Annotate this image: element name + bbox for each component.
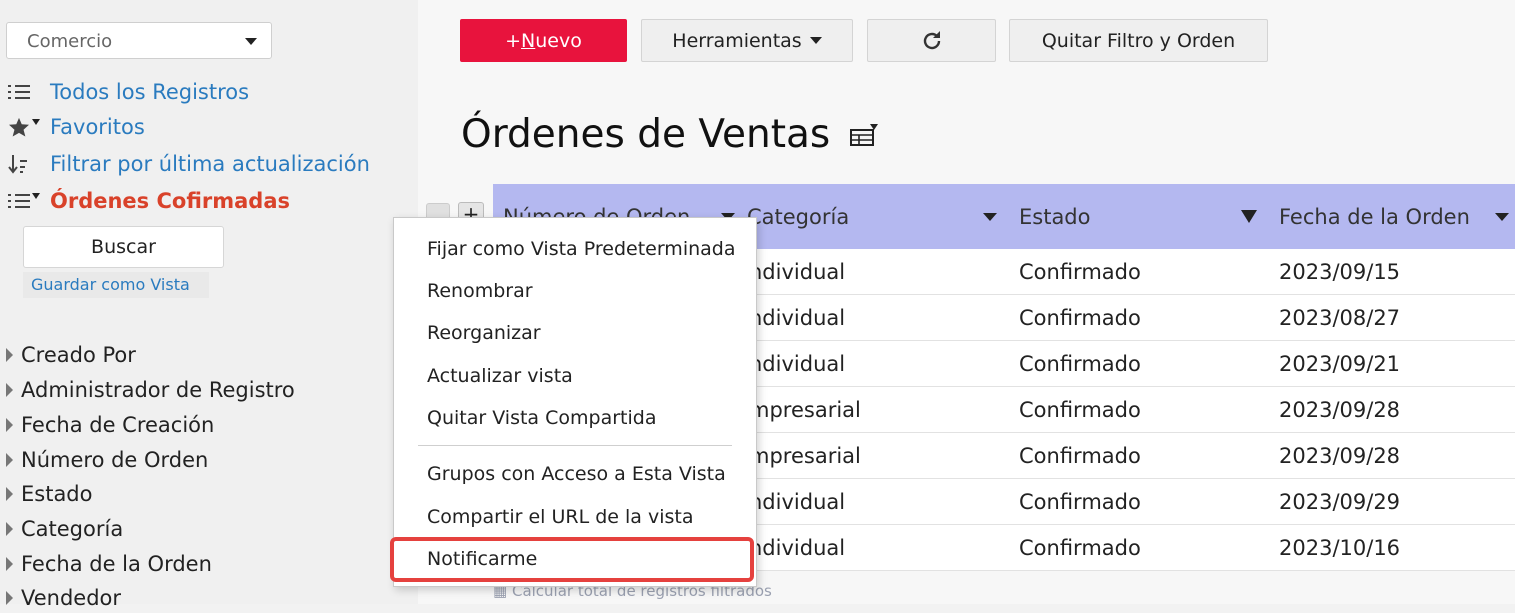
caret-right-icon	[6, 418, 13, 432]
save-as-view-link[interactable]: Guardar como Vista	[23, 272, 209, 298]
field-item-label: Fecha de Creación	[21, 413, 215, 437]
chevron-down-icon[interactable]	[1495, 213, 1509, 221]
clear-filter-sort-button[interactable]: Quitar Filtro y Orden	[1009, 19, 1268, 62]
field-item[interactable]: Fecha de la Orden	[6, 549, 212, 579]
table-view-icon[interactable]	[850, 123, 879, 146]
caret-right-icon	[6, 348, 13, 362]
caret-right-icon	[6, 487, 13, 501]
category-cell: mpresarial	[749, 397, 861, 422]
column-header-label: Categoría	[747, 204, 850, 229]
field-item[interactable]: Número de Orden	[6, 445, 208, 475]
menu-item-rename[interactable]: Renombrar	[427, 276, 533, 306]
filter-icon[interactable]	[1241, 210, 1257, 223]
new-button-prefix: +	[505, 29, 522, 52]
chevron-down-icon	[32, 193, 40, 199]
category-cell: ndividual	[749, 351, 846, 376]
page-title: Órdenes de Ventas	[461, 112, 831, 157]
status-cell: Confirmado	[1019, 443, 1141, 468]
status-cell: Confirmado	[1019, 351, 1141, 376]
refresh-icon	[923, 30, 940, 49]
field-item-label: Estado	[21, 482, 93, 506]
caret-right-icon	[6, 591, 13, 605]
column-header-order-date[interactable]: Fecha de la Orden	[1279, 184, 1515, 249]
column-header-label: Estado	[1019, 204, 1091, 229]
view-item-filter-last-update[interactable]: Filtrar por última actualización	[8, 149, 370, 179]
view-item-favorites[interactable]: Favoritos	[8, 112, 145, 142]
date-cell: 2023/09/28	[1279, 397, 1401, 422]
category-cell: mpresarial	[749, 443, 861, 468]
column-header-category[interactable]: Categoría	[747, 184, 1007, 249]
view-item-confirmed-orders[interactable]: Órdenes Cofirmadas	[8, 186, 290, 216]
view-item-label: Favoritos	[50, 115, 145, 139]
list-icon	[8, 83, 50, 101]
caret-right-icon	[6, 522, 13, 536]
date-cell: 2023/09/29	[1279, 489, 1401, 514]
new-button-label: uevo	[535, 29, 582, 52]
date-cell: 2023/10/16	[1279, 535, 1401, 560]
caret-right-icon	[6, 383, 13, 397]
category-cell: ndividual	[749, 305, 846, 330]
date-cell: 2023/08/27	[1279, 305, 1401, 330]
view-context-menu: Fijar como Vista Predeterminada Renombra…	[393, 217, 757, 587]
app-select-value: Comercio	[27, 31, 113, 52]
field-item[interactable]: Vendedor	[6, 583, 121, 613]
menu-item-reorganize[interactable]: Reorganizar	[427, 318, 541, 348]
menu-item-access-groups[interactable]: Grupos con Acceso a Esta Vista	[427, 459, 726, 489]
status-cell: Confirmado	[1019, 397, 1141, 422]
category-cell: ndividual	[749, 535, 846, 560]
menu-item-update-view[interactable]: Actualizar vista	[427, 361, 573, 391]
status-cell: Confirmado	[1019, 305, 1141, 330]
status-cell: Confirmado	[1019, 259, 1141, 284]
view-item-label: Órdenes Cofirmadas	[50, 189, 291, 213]
list-icon	[8, 192, 50, 210]
field-item-label: Vendedor	[21, 586, 122, 610]
field-item-label: Número de Orden	[21, 448, 209, 472]
chevron-down-icon	[32, 119, 40, 125]
caret-right-icon	[6, 557, 13, 571]
field-item-label: Fecha de la Orden	[21, 552, 212, 576]
caret-right-icon	[6, 453, 13, 467]
field-item[interactable]: Administrador de Registro	[6, 375, 295, 405]
refresh-button[interactable]	[867, 19, 996, 62]
view-item-all-records[interactable]: Todos los Registros	[8, 77, 249, 107]
search-button[interactable]: Buscar	[23, 226, 224, 268]
new-button[interactable]: + Nuevo	[460, 19, 627, 62]
menu-item-remove-shared-view[interactable]: Quitar Vista Compartida	[427, 403, 656, 433]
field-item[interactable]: Creado Por	[6, 340, 136, 370]
field-item[interactable]: Categoría	[6, 514, 123, 544]
column-header-label: Fecha de la Orden	[1279, 204, 1470, 229]
status-cell: Confirmado	[1019, 535, 1141, 560]
star-icon	[8, 117, 50, 137]
field-item-label: Creado Por	[21, 343, 136, 367]
chevron-down-icon	[245, 38, 257, 45]
field-item-label: Categoría	[21, 517, 124, 541]
field-item-label: Administrador de Registro	[21, 378, 295, 402]
highlight-box	[390, 537, 754, 582]
menu-divider	[418, 445, 732, 446]
date-cell: 2023/09/21	[1279, 351, 1401, 376]
page-title-wrap: Órdenes de Ventas	[461, 112, 879, 157]
chevron-down-icon	[809, 37, 822, 44]
column-header-status[interactable]: Estado	[1019, 184, 1269, 249]
app-select[interactable]: Comercio	[6, 22, 272, 59]
menu-item-share-view-url[interactable]: Compartir el URL de la vista	[427, 502, 694, 532]
date-cell: 2023/09/15	[1279, 259, 1401, 284]
chevron-down-icon[interactable]	[983, 213, 997, 221]
date-cell: 2023/09/28	[1279, 443, 1401, 468]
tools-button-label: Herramientas	[672, 29, 802, 52]
category-cell: ndividual	[749, 489, 846, 514]
category-cell: ndividual	[749, 259, 846, 284]
menu-item-set-default-view[interactable]: Fijar como Vista Predeterminada	[427, 234, 735, 264]
new-button-accesskey: N	[521, 29, 536, 52]
field-item[interactable]: Fecha de Creación	[6, 410, 214, 440]
sidebar: Comercio Todos los Registros Favoritos F…	[0, 0, 418, 610]
view-item-label: Filtrar por última actualización	[50, 152, 370, 176]
view-item-label: Todos los Registros	[50, 80, 250, 104]
field-item[interactable]: Estado	[6, 479, 93, 509]
tools-button[interactable]: Herramientas	[641, 19, 853, 62]
status-cell: Confirmado	[1019, 489, 1141, 514]
sort-icon	[8, 153, 50, 175]
